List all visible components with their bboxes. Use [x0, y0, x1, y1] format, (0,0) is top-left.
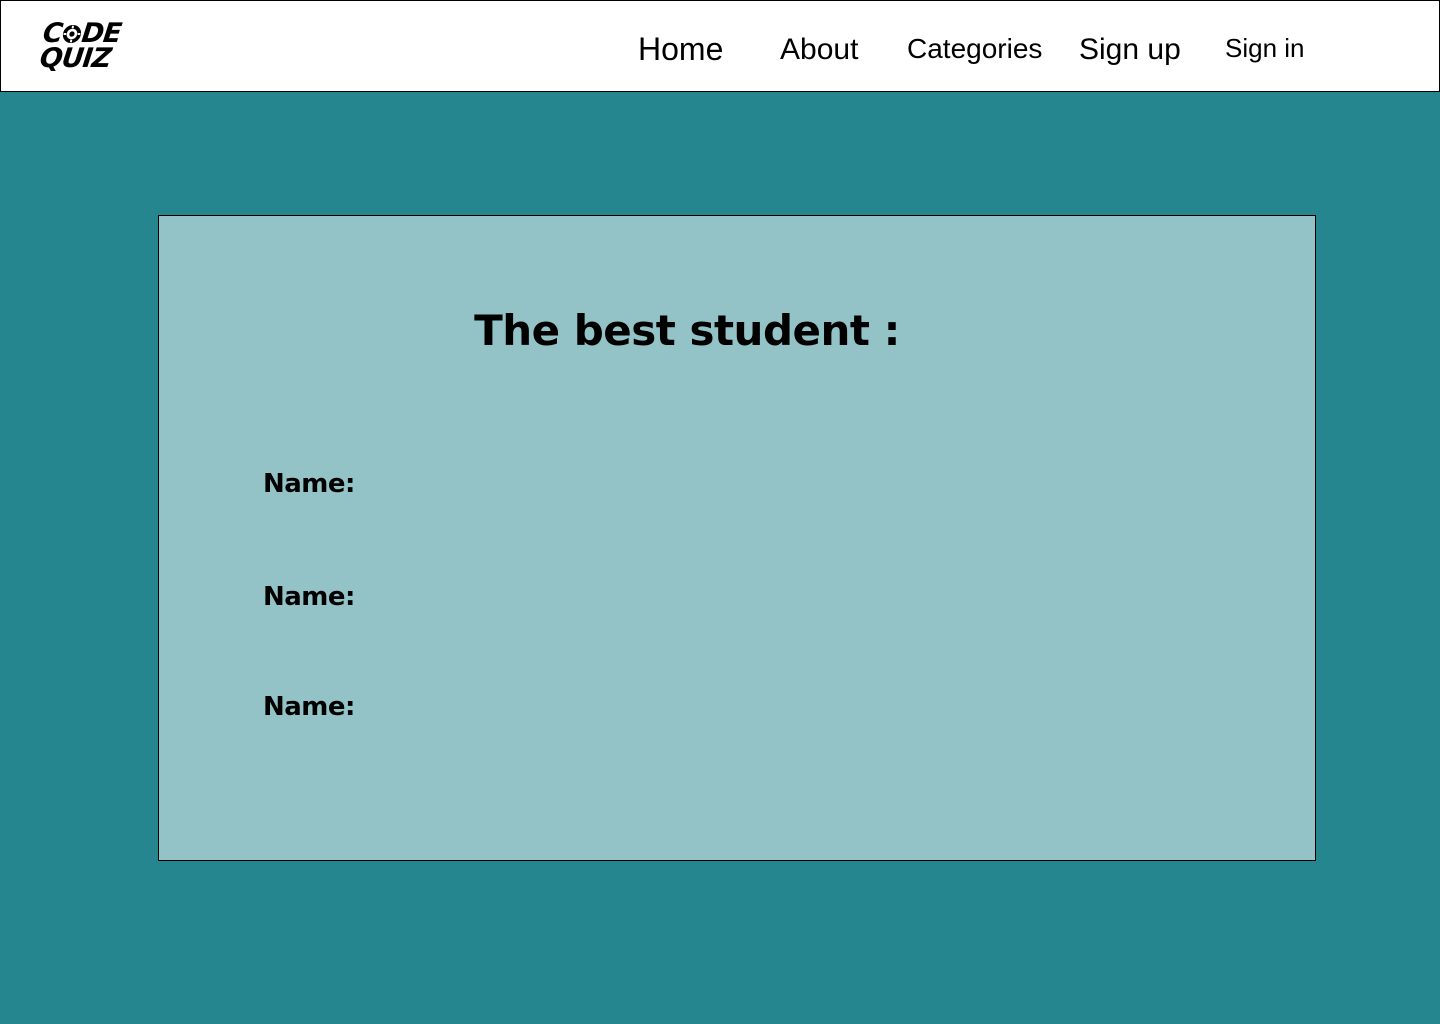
- nav-home-link[interactable]: Home: [638, 31, 723, 123]
- student-name-label-3: Name:: [263, 692, 355, 722]
- best-student-card: The best student : Name: Name: Name:: [158, 215, 1316, 861]
- nav-sign-up-link[interactable]: Sign up: [1079, 33, 1181, 125]
- student-name-label-1: Name:: [263, 469, 355, 499]
- top-navigation-bar: C DE QUIZ Home About Categories Sign up …: [0, 0, 1440, 92]
- nav-about-link[interactable]: About: [780, 33, 858, 125]
- best-student-title: The best student :: [474, 306, 900, 356]
- gear-icon: [62, 25, 81, 43]
- logo-line-2: QUIZ: [38, 43, 113, 74]
- student-name-label-2: Name:: [263, 582, 355, 612]
- nav-sign-in-link[interactable]: Sign in: [1225, 33, 1305, 125]
- code-quiz-logo[interactable]: C DE QUIZ: [37, 18, 123, 79]
- nav-categories-link[interactable]: Categories: [907, 33, 1042, 125]
